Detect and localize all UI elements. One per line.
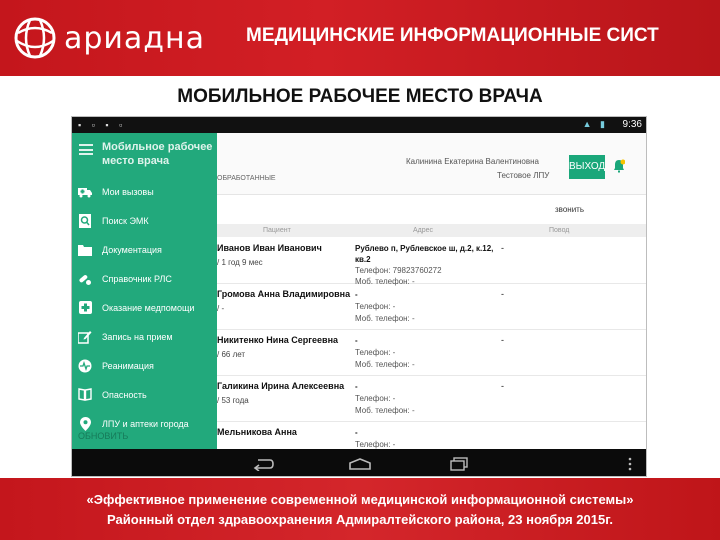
app-title: Мобильное рабочее место врача [102,140,212,168]
ambulance-icon [78,185,92,199]
patient-age: / - [217,304,225,313]
location-pin-icon [78,416,92,431]
menu-label: ЛПУ и аптеки города [102,418,189,429]
menu-item-search-emk[interactable]: Поиск ЭМК [72,206,217,235]
menu-label: Запись на прием [102,331,173,342]
more-icon[interactable] [628,457,632,471]
user-org: Тестовое ЛПУ [497,171,550,180]
logo-text: ариадна [64,20,206,56]
footer-bar: «Эффективное применение современной меди… [0,478,720,540]
col-patient: Пациент [263,227,291,234]
col-reason: Повод [549,227,570,234]
pills-icon [78,272,92,286]
patient-mobile: Моб. телефон: - [355,406,415,415]
patient-address: - [355,336,358,345]
table-row[interactable]: Иванов Иван Иванович / 1 год 9 мес Рубле… [217,238,646,286]
calls-table: Иванов Иван Иванович / 1 год 9 мес Рубле… [217,238,646,468]
call-reason: - [501,381,504,391]
medical-cross-icon [78,301,92,315]
resuscitation-icon [78,359,92,373]
tab-processed[interactable]: ОБРАБОТАННЫЕ [217,175,276,182]
patient-name: Громова Анна Владимировна [217,289,351,299]
patient-phone: Телефон: - [355,394,396,403]
menu-label: Опасность [102,389,147,400]
menu-label: Документация [102,244,162,255]
slide: ариадна МЕДИЦИНСКИЕ ИНФОРМАЦИОННЫЕ СИСТ … [0,0,720,540]
patient-phone: Телефон: 79823760272 [355,266,442,275]
menu-icon[interactable] [79,144,93,155]
menu-item-appointment[interactable]: Запись на прием [72,322,217,351]
refresh-button[interactable]: ОБНОВИТЬ [78,431,128,441]
patient-name: Мельникова Анна [217,427,297,437]
notification-icons: ▪ ▫ ▪ ▫ [78,120,127,130]
globe-logo-icon [14,17,56,59]
table-header: Пациент Адрес Повод [217,225,646,237]
status-bar: ▪ ▫ ▪ ▫ ▲ ▮ 9:36 [72,117,646,133]
menu-item-resuscitation[interactable]: Реанимация [72,351,217,380]
drawer-menu: Мои вызовы Поиск ЭМК Документация Справо… [72,177,217,438]
footer-line-2: Районный отдел здравоохранения Адмиралте… [107,512,613,527]
call-filter[interactable]: звонить [555,205,584,214]
patient-phone: Телефон: - [355,440,396,449]
table-row[interactable]: Галикина Ирина Алексеевна / 53 года - Те… [217,376,646,422]
signal-icon: ▲ ▮ [582,119,608,129]
table-row[interactable]: Никитенко Нина Сергеевна / 66 лет - Теле… [217,330,646,376]
menu-label: Мои вызовы [102,186,154,197]
menu-item-rls-reference[interactable]: Справочник РЛС [72,264,217,293]
call-reason: - [501,335,504,345]
slide-title: МОБИЛЬНОЕ РАБОЧЕЕ МЕСТО ВРАЧА [177,86,543,107]
patient-phone: Телефон: - [355,302,396,311]
patient-phone: Телефон: - [355,348,396,357]
patient-address: Рублево п, Рублевское ш, д.2, к.12, кв.2 [355,244,494,264]
folder-icon [78,243,92,257]
search-card-icon [78,213,92,228]
patient-address: - [355,382,358,391]
menu-item-my-calls[interactable]: Мои вызовы [72,177,217,206]
tablet-screenshot: ▪ ▫ ▪ ▫ ▲ ▮ 9:36 Калинина Екатерина Вале… [71,116,647,477]
status-time: 9:36 [622,119,642,130]
drawer-header: Мобильное рабочее место врача [72,133,217,176]
patient-age: / 66 лет [217,350,246,359]
recent-apps-icon[interactable] [450,457,468,471]
footer-line-1: «Эффективное применение современной меди… [86,492,634,507]
patient-mobile: Моб. телефон: - [355,314,415,323]
ariadna-logo: ариадна [14,14,205,62]
patient-name: Иванов Иван Иванович [217,243,322,253]
book-icon [78,388,92,402]
app-title-line1: Мобильное рабочее [102,141,213,153]
user-name: Калинина Екатерина Валентиновна [406,157,539,166]
patient-age: / 1 год 9 мес [217,258,263,267]
table-row[interactable]: Громова Анна Владимировна / - - Телефон:… [217,284,646,330]
patient-address: - [355,428,358,437]
menu-item-documentation[interactable]: Документация [72,235,217,264]
exit-button[interactable]: ВЫХОД [569,155,605,179]
call-reason: - [501,289,504,299]
patient-mobile: Моб. телефон: - [355,360,415,369]
menu-item-danger[interactable]: Опасность [72,380,217,409]
filter-row: звонить [217,195,646,225]
notification-bell-icon[interactable] [613,159,625,173]
android-navigation-bar [72,449,646,476]
menu-label: Справочник РЛС [102,273,172,284]
header-title: МЕДИЦИНСКИЕ ИНФОРМАЦИОННЫЕ СИСТ [246,25,659,46]
back-icon[interactable] [252,457,274,471]
patient-age: / 53 года [217,396,249,405]
call-reason: - [501,243,504,253]
navigation-drawer: Мобильное рабочее место врача Мои вызовы… [72,133,217,449]
menu-label: Реанимация [102,360,154,371]
header-bar: ариадна МЕДИЦИНСКИЕ ИНФОРМАЦИОННЫЕ СИСТ [0,0,720,76]
menu-item-medical-aid[interactable]: Оказание медпомощи [72,293,217,322]
col-address: Адрес [413,227,434,234]
patient-name: Галикина Ирина Алексеевна [217,381,345,391]
edit-icon [78,330,92,344]
patient-name: Никитенко Нина Сергеевна [217,335,339,345]
home-icon[interactable] [348,458,372,470]
app-title-line2: место врача [102,155,170,167]
patient-address: - [355,290,358,299]
menu-label: Поиск ЭМК [102,215,149,226]
menu-label: Оказание медпомощи [102,302,195,313]
